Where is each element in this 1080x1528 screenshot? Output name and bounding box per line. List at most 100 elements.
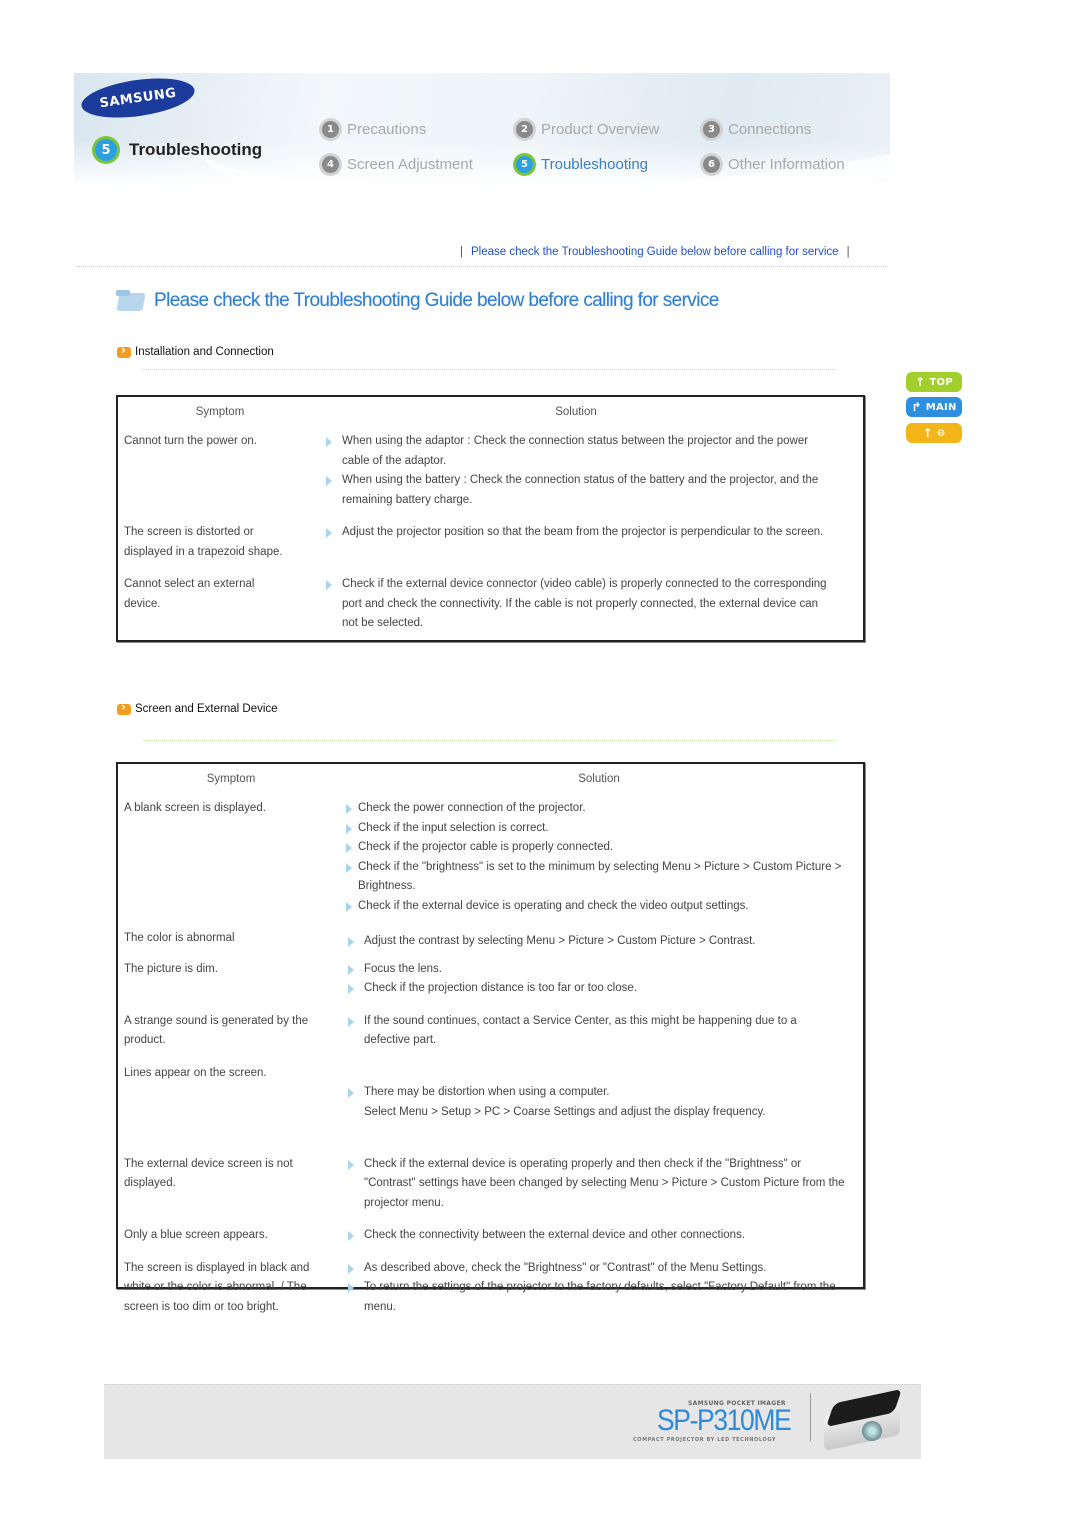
table-header: Symptom Solution <box>118 764 863 794</box>
symptom-cell: Lines appear on the screen. <box>124 1066 267 1079</box>
solution-item: Focus the lens. <box>346 960 856 980</box>
solution-item: Adjust the contrast by selecting Menu > … <box>346 932 856 952</box>
table-row: The color is abnormal Adjust the contras… <box>118 929 863 952</box>
solution-item: Check if the external device connector (… <box>324 575 834 634</box>
symptom-cell: Cannot select an external device. <box>124 578 255 610</box>
page-heading: Please check the Troubleshooting Guide b… <box>116 290 719 312</box>
solution-cell: Check if the external device is operatin… <box>346 1155 846 1214</box>
table-header: Symptom Solution <box>118 397 863 427</box>
solution-cell: As described above, check the "Brightnes… <box>346 1259 836 1318</box>
symptom-cell: The screen is distorted or displayed in … <box>124 526 283 558</box>
symptom-cell: A strange sound is generated by the prod… <box>124 1014 309 1047</box>
troubleshooting-table-screen: Symptom Solution A blank screen is displ… <box>116 762 865 1313</box>
symptom-cell: The screen is displayed in black and whi… <box>124 1261 310 1313</box>
solution-item: Check if the external device is operatin… <box>346 897 856 917</box>
symptom-cell: A blank screen is displayed. <box>124 802 266 814</box>
main-label: MAIN <box>925 401 957 413</box>
table-row: Lines appear on the screen. There may be… <box>118 1064 863 1142</box>
table-row: The picture is dim. Focus the lens. Chec… <box>118 960 863 999</box>
symptom-cell: Only a blue screen appears. <box>124 1229 268 1241</box>
nav-other-information[interactable]: 6 Other Information <box>703 156 845 173</box>
solution-cell: Adjust the contrast by selecting Menu > … <box>346 929 856 952</box>
solution-cell: If the sound continues, contact a Servic… <box>346 1012 836 1051</box>
back-button[interactable]: ↑ ⊖ <box>906 423 962 443</box>
troubleshooting-guide-link[interactable]: Please check the Troubleshooting Guide b… <box>471 246 839 258</box>
number-4-icon: 4 <box>322 156 339 173</box>
solution-cell: There may be distortion when using a com… <box>346 1064 856 1142</box>
top-label: TOP <box>929 376 953 388</box>
projector-image <box>820 1388 904 1452</box>
divider <box>143 740 835 741</box>
divider <box>76 266 888 267</box>
solution-cell: Focus the lens. Check if the projection … <box>346 960 856 999</box>
solution-item: To return the settings of the projector … <box>346 1278 836 1317</box>
nav-troubleshooting[interactable]: 5 Troubleshooting <box>516 156 648 173</box>
link-icon: ⊖ <box>936 427 946 439</box>
nav-label: Screen Adjustment <box>347 156 473 173</box>
section-bullet-icon <box>117 343 131 358</box>
solution-item: Check if the projector cable is properly… <box>346 838 856 858</box>
nav-connections[interactable]: 3 Connections <box>703 121 811 138</box>
folder-icon <box>116 290 146 312</box>
symptom-cell: Cannot turn the power on. <box>124 435 257 447</box>
nav-product-overview[interactable]: 2 Product Overview <box>516 121 659 138</box>
symptom-cell: The external device screen is not displa… <box>124 1157 293 1190</box>
subsection-title: Installation and Connection <box>135 346 274 358</box>
section-title: 5 Troubleshooting <box>95 139 262 161</box>
solution-item: When using the battery : Check the conne… <box>324 471 834 510</box>
solution-item: There may be distortion when using a com… <box>346 1083 856 1122</box>
solution-item: Check the connectivity between the exter… <box>346 1226 856 1246</box>
solution-item: Check if the external device is operatin… <box>346 1155 846 1214</box>
column-header-symptom: Symptom <box>195 406 245 418</box>
solution-cell: Check if the external device connector (… <box>324 575 834 634</box>
solution-item: When using the adaptor : Check the conne… <box>324 432 834 471</box>
symptom-cell: The picture is dim. <box>124 962 218 975</box>
arrow-turn-icon: ↱ <box>911 400 922 414</box>
table-row: Only a blue screen appears. Check the co… <box>118 1226 863 1246</box>
main-button[interactable]: ↱ MAIN <box>906 397 962 417</box>
nav-label: Precautions <box>347 121 427 138</box>
top-button[interactable]: ↑ TOP <box>906 372 962 392</box>
solution-item: Check if the projection distance is too … <box>346 979 856 999</box>
table-row: Cannot select an external device. Check … <box>118 575 863 634</box>
troubleshooting-table-installation: Symptom Solution Cannot turn the power o… <box>116 395 865 642</box>
subsection-header-screen: Screen and External Device <box>117 700 278 715</box>
solution-item: If the sound continues, contact a Servic… <box>346 1012 836 1051</box>
model-name: SP-P310ME <box>657 1404 792 1437</box>
number-5-icon: 5 <box>516 156 533 173</box>
nav-label: Other Information <box>728 156 845 173</box>
table-row: Cannot turn the power on. When using the… <box>118 432 863 510</box>
solution-item: Check if the "brightness" is set to the … <box>346 858 856 897</box>
separator: | <box>846 246 850 258</box>
arrow-up-icon: ↑ <box>915 375 926 389</box>
footer-tagline-bottom: COMPACT PROJECTOR BY LED TECHNOLOGY <box>633 1437 777 1443</box>
projector-lens-icon <box>862 1421 882 1441</box>
solution-item: As described above, check the "Brightnes… <box>346 1259 836 1279</box>
solution-item: Adjust the projector position so that th… <box>324 523 834 543</box>
table-row: The screen is distorted or displayed in … <box>118 523 863 562</box>
subsection-title: Screen and External Device <box>135 703 278 715</box>
table-row: A strange sound is generated by the prod… <box>118 1012 863 1051</box>
number-3-icon: 3 <box>703 121 720 138</box>
column-header-solution: Solution <box>555 406 597 418</box>
nav-precautions[interactable]: 1 Precautions <box>322 121 426 138</box>
column-header-symptom: Symptom <box>206 773 256 785</box>
number-1-icon: 1 <box>322 121 339 138</box>
table-row: The screen is displayed in black and whi… <box>118 1259 863 1318</box>
page-heading-text: Please check the Troubleshooting Guide b… <box>154 290 719 311</box>
solution-cell: Check the power connection of the projec… <box>346 799 856 916</box>
nav-label: Product Overview <box>541 121 660 138</box>
number-2-icon: 2 <box>516 121 533 138</box>
footer-banner: SAMSUNG POCKET IMAGER SP-P310ME COMPACT … <box>104 1384 921 1459</box>
brand-text: SAMSUNG <box>98 85 178 111</box>
symptom-cell: The color is abnormal <box>124 932 235 944</box>
solution-item: Check the power connection of the projec… <box>346 799 856 819</box>
section-number-icon: 5 <box>95 139 117 161</box>
divider <box>143 369 835 370</box>
solution-item: Check if the input selection is correct. <box>346 819 856 839</box>
nav-screen-adjustment[interactable]: 4 Screen Adjustment <box>322 156 473 173</box>
number-6-icon: 6 <box>703 156 720 173</box>
solution-cell: Adjust the projector position so that th… <box>324 523 834 543</box>
table-row: The external device screen is not displa… <box>118 1155 863 1214</box>
nav-label: Troubleshooting <box>541 156 649 173</box>
